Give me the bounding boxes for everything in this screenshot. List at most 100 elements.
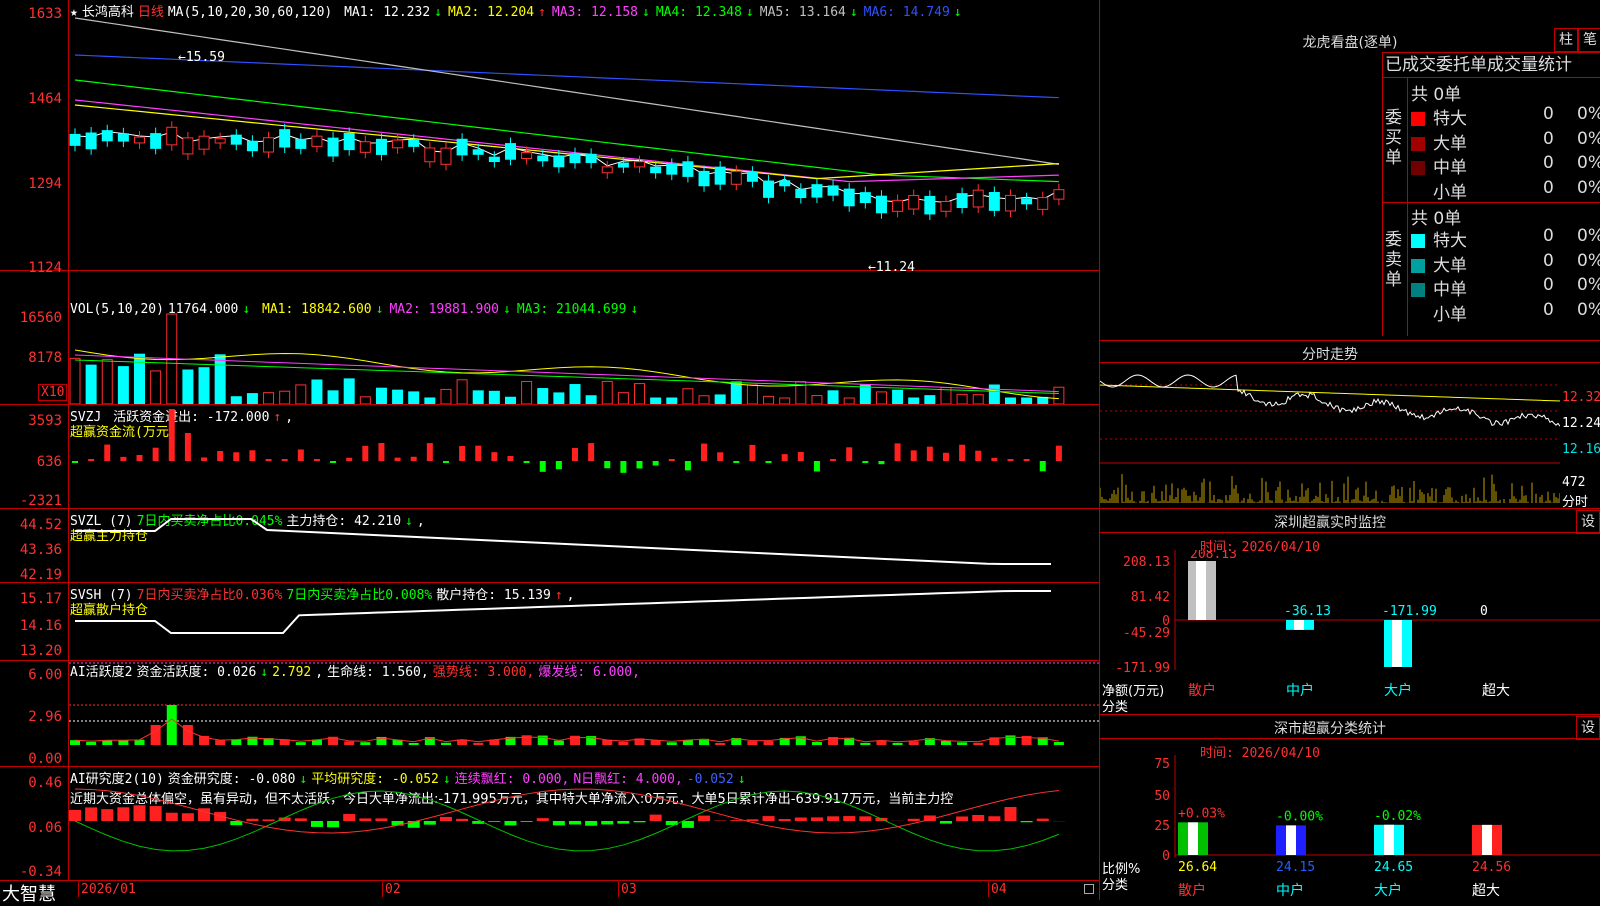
candle — [893, 200, 903, 211]
svzl-axis-tick: 44.52 — [0, 517, 62, 533]
stats-value-label: 24.65 — [1374, 860, 1413, 875]
candle — [973, 190, 983, 207]
monitor-axis-tick: -45.29 — [1123, 626, 1170, 641]
research-bar — [1037, 819, 1049, 821]
candle — [828, 186, 838, 195]
candle — [651, 167, 661, 173]
lock-icon[interactable] — [1084, 884, 1094, 894]
volume-bar — [731, 382, 741, 404]
volume-bar — [312, 380, 322, 404]
svzj-axis-tick: -2321 — [0, 493, 62, 509]
activity-bar — [344, 741, 354, 745]
flow-bar — [1040, 461, 1046, 471]
divider — [0, 270, 1100, 271]
research-bar — [375, 818, 387, 821]
holding-line — [75, 519, 1051, 564]
monitor-settings-button[interactable]: 设 — [1576, 510, 1600, 534]
stats-bar-chart[interactable]: 7550250+0.03%26.64散户-0.00%24.15中户-0.02%2… — [1100, 755, 1600, 900]
volume-bar — [264, 393, 274, 404]
monitor-axis-tick: 81.42 — [1131, 590, 1170, 605]
sell-label: 委卖单 — [1385, 230, 1405, 290]
activity-chart[interactable] — [69, 661, 1099, 766]
flow-bar — [991, 458, 997, 461]
fund-flow-chart[interactable] — [69, 405, 1099, 508]
research-bar — [117, 807, 129, 821]
volume-bar — [505, 397, 515, 404]
date-axis[interactable]: 大智慧 2026/01 02 03 04 — [0, 880, 1100, 900]
activity-bar — [167, 705, 177, 745]
volume-chart[interactable] — [69, 300, 1099, 404]
research-chart[interactable] — [69, 767, 1099, 880]
candle — [667, 164, 677, 174]
color-swatch-icon — [1411, 161, 1425, 175]
candle — [86, 133, 96, 149]
candle — [280, 130, 290, 147]
intraday-chart[interactable] — [1100, 363, 1560, 505]
dragon-row: 小单00% — [1411, 300, 1600, 325]
activity-bar — [893, 743, 903, 745]
stats-axis-tick: 25 — [1154, 819, 1170, 834]
main-holding-chart[interactable] — [69, 509, 1099, 582]
research-bar — [488, 821, 500, 822]
flow-bar — [185, 433, 191, 461]
row-name: 小单 — [1433, 305, 1467, 325]
flow-bar — [395, 458, 401, 461]
candle — [909, 196, 919, 209]
research-bar — [634, 821, 646, 822]
right-panel: 龙虎看盘(逐单) 柱 笔 已成交委托单成交量统计 委买单 委卖单 共 0单 共 … — [1100, 0, 1600, 900]
monitor-bar-highlight — [1196, 561, 1206, 620]
activity-bar — [296, 742, 306, 745]
candle — [215, 139, 225, 143]
research-bar — [263, 819, 275, 821]
candle — [844, 189, 854, 206]
volume-bar — [441, 389, 451, 404]
research-bar — [763, 816, 775, 821]
color-swatch-icon — [1411, 137, 1425, 151]
flow-bar — [749, 445, 755, 461]
flow-bar — [378, 443, 384, 461]
volume-bar — [296, 385, 306, 404]
bar-mode-button[interactable]: 柱 — [1554, 28, 1578, 52]
monitor-bar-chart[interactable]: 208.1381.420-45.29-171.99208.13-36.13-17… — [1100, 550, 1600, 715]
activity-bar — [409, 743, 419, 745]
activity-bar — [473, 743, 483, 745]
flow-bar — [556, 461, 562, 469]
date-tick: 04 — [988, 882, 1007, 897]
stats-bar-highlight — [1286, 825, 1296, 855]
research-bar — [537, 818, 549, 821]
research-bar — [521, 821, 533, 822]
svzj-axis-tick: 3593 — [0, 413, 62, 429]
stats-category-label: 大户 — [1374, 882, 1402, 899]
volume-bar — [1022, 398, 1032, 404]
color-swatch-icon — [1411, 112, 1425, 126]
tick-mode-button[interactable]: 笔 — [1578, 28, 1600, 52]
date-tick: 2026/01 — [78, 882, 136, 897]
flow-bar — [588, 443, 594, 461]
flow-bar — [766, 461, 772, 463]
research-bar — [698, 816, 710, 821]
research-bar — [359, 818, 371, 821]
stats-settings-button[interactable]: 设 — [1576, 716, 1600, 740]
volume-bar — [683, 389, 693, 404]
svsh-axis-tick: 14.16 — [0, 618, 62, 634]
activity-bar — [360, 742, 370, 745]
stats-tab[interactable]: 已成交委托单成交量统计 — [1382, 52, 1600, 78]
research-bar — [504, 821, 516, 825]
row-count: 0 — [1543, 226, 1554, 246]
candle — [731, 171, 741, 184]
volume-bar — [328, 391, 338, 404]
candle — [1038, 198, 1048, 210]
flow-bar — [524, 461, 530, 463]
main-chart-area[interactable]: 1633 1464 1294 1124 ★长鸿高科日线MA(5,10,20,30… — [0, 0, 1100, 900]
vol-axis-tick: 16560 — [0, 310, 62, 326]
color-swatch-icon — [1411, 259, 1425, 273]
ai1-axis-tick: 6.00 — [0, 667, 62, 683]
retail-holding-chart[interactable] — [69, 583, 1099, 660]
candle — [151, 134, 161, 149]
flow-bar — [669, 459, 675, 461]
research-bar — [134, 805, 146, 821]
candle — [328, 138, 338, 156]
volume-bar — [876, 392, 886, 404]
row-name: 特大 — [1433, 231, 1467, 251]
candlestick-chart[interactable] — [69, 0, 1099, 270]
